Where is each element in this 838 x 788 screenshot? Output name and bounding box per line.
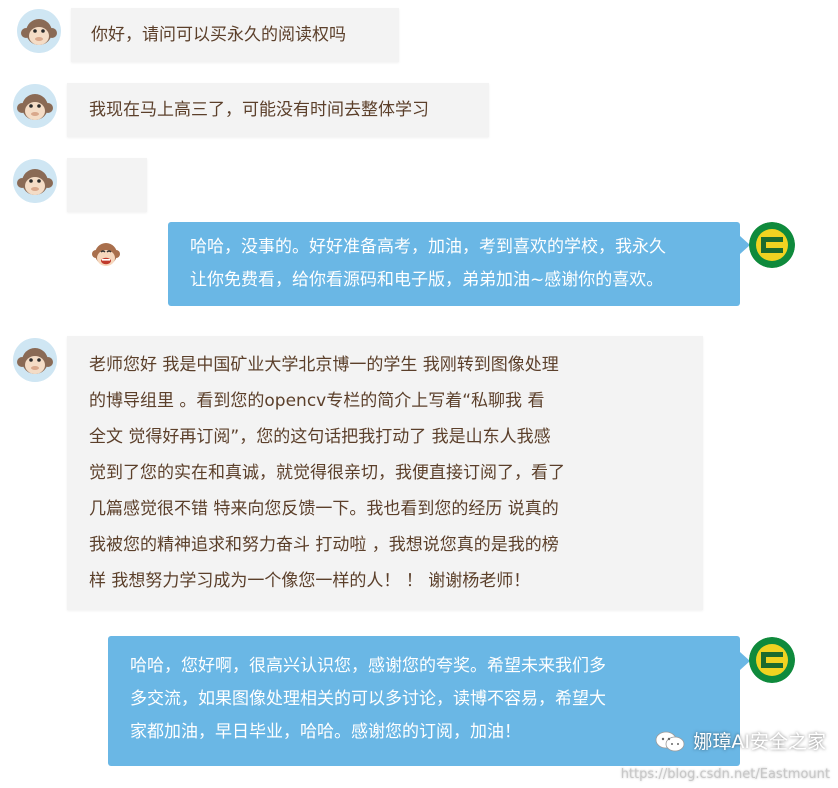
receiver-avatar xyxy=(749,637,795,683)
monkey-face-emoji-icon xyxy=(92,243,120,266)
message-bubble-incoming xyxy=(67,158,147,266)
sender-avatar xyxy=(13,84,57,128)
wechat-icon xyxy=(655,731,685,751)
receiver-avatar xyxy=(749,222,795,268)
message-bubble-incoming: 你好，请问可以买永久的阅读权吗 xyxy=(71,8,399,62)
monkey-avatar-icon xyxy=(13,159,57,203)
message-bubble-outgoing: 哈哈，没事的。好好准备高考，加油，考到喜欢的学校，我永久 让你免费看，给你看源码… xyxy=(168,222,740,306)
message-bubble-outgoing: 哈哈，您好啊，很高兴认识您，感谢您的夸奖。希望未来我们多 多交流，如果图像处理相… xyxy=(108,636,740,766)
sender-avatar xyxy=(13,338,57,382)
watermark-account-name: 娜璋AI安全之家 xyxy=(693,731,826,753)
monkey-avatar-icon xyxy=(13,338,57,382)
watermark-url: https://blog.csdn.net/Eastmount xyxy=(620,767,830,782)
message-bubble-incoming: 我现在马上高三了，可能没有时间去整体学习 xyxy=(67,83,489,137)
sender-avatar xyxy=(17,9,61,53)
monkey-avatar-icon xyxy=(13,84,57,128)
sender-avatar xyxy=(13,159,57,203)
logo-avatar-icon xyxy=(749,222,795,268)
message-bubble-incoming: 老师您好 我是中国矿业大学北京博一的学生 我刚转到图像处理 的博导组里 。看到您… xyxy=(67,336,703,610)
wechat-watermark: 娜璋AI安全之家 xyxy=(655,727,826,754)
logo-avatar-icon xyxy=(749,637,795,683)
monkey-avatar-icon xyxy=(17,9,61,53)
